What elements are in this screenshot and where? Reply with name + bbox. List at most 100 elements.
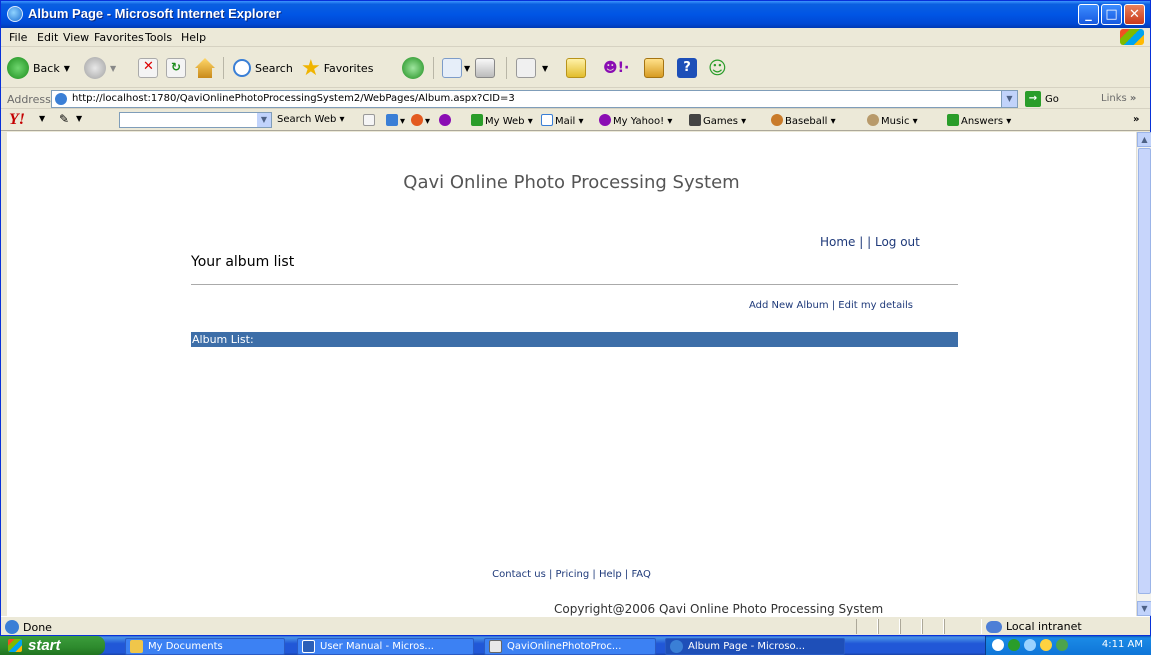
yahoo-answers-button[interactable]: Answers ▾	[947, 114, 1011, 127]
minimize-button[interactable]: _	[1078, 4, 1099, 25]
vertical-scrollbar[interactable]: ▲ ▼	[1136, 132, 1151, 616]
network-tray-icon[interactable]	[1024, 639, 1036, 651]
page-content: Qavi Online Photo Processing System Home…	[7, 132, 1136, 616]
pencil-dropdown-icon[interactable]: ▼	[76, 114, 82, 123]
favorites-button[interactable]: ★ Favorites	[301, 56, 373, 81]
mail-button[interactable]: ▼	[442, 56, 470, 80]
yahoo-logo[interactable]: Y!	[9, 111, 25, 129]
baseball-icon	[771, 114, 783, 126]
scroll-up-icon[interactable]: ▲	[1137, 132, 1151, 147]
yahoo-more-button[interactable]: »	[1133, 114, 1139, 125]
windows-flag-icon	[8, 639, 22, 652]
task-label: QaviOnlinePhotoProc...	[507, 641, 622, 652]
stop-button[interactable]: ✕	[138, 56, 158, 80]
address-dropdown-icon[interactable]: ▼	[1001, 91, 1017, 107]
yahoo-messenger-icon: ☻!·	[603, 60, 630, 76]
links-button[interactable]: Links »	[1101, 93, 1136, 104]
yahoo-messenger-button[interactable]: ☻!·	[603, 56, 629, 80]
highlight-icon	[363, 114, 375, 126]
yahoo-search-input[interactable]: ▼	[119, 112, 272, 128]
system-tray: 4:11 AM	[985, 636, 1151, 655]
search-button[interactable]: Search	[233, 56, 293, 80]
menu-file[interactable]: File	[9, 31, 27, 44]
task-album-page[interactable]: Album Page - Microso...	[665, 638, 845, 655]
task-user-manual[interactable]: User Manual - Micros...	[297, 638, 474, 655]
highlight-button[interactable]	[363, 114, 377, 127]
messenger-tray-icon[interactable]	[1008, 639, 1020, 651]
search-web-button[interactable]: Search Web ▾	[277, 114, 345, 125]
address-bar: Address http://localhost:1780/QaviOnline…	[1, 89, 1150, 109]
window-title: Album Page - Microsoft Internet Explorer	[28, 6, 281, 21]
menu-view[interactable]: View	[63, 31, 89, 44]
links-more-icon: »	[1129, 93, 1137, 104]
discuss-button[interactable]	[566, 56, 586, 80]
speaker-tray-icon[interactable]	[1056, 639, 1068, 651]
tray-expand-icon[interactable]	[992, 639, 1004, 651]
nav-links[interactable]: Home | | Log out	[820, 235, 920, 249]
yahoo-logo-dropdown-icon[interactable]: ▼	[39, 114, 45, 123]
forward-button[interactable]: ▼	[84, 56, 116, 80]
standard-toolbar: Back ▼ ▼ ✕ ↻ Search ★ Favorites ▼ ▼ ☻!· …	[1, 48, 1150, 88]
status-cell	[944, 619, 982, 634]
status-cell	[900, 619, 922, 634]
pencil-icon[interactable]: ✎	[59, 112, 69, 126]
popup-blocker-button[interactable]	[439, 114, 453, 127]
menu-tools[interactable]: Tools	[145, 31, 172, 44]
clock[interactable]: 4:11 AM	[1102, 639, 1143, 650]
toolbar-separator	[433, 57, 434, 79]
answers-icon	[947, 114, 959, 126]
menu-edit[interactable]: Edit	[37, 31, 58, 44]
scroll-thumb[interactable]	[1138, 148, 1151, 594]
close-button[interactable]: ✕	[1124, 4, 1145, 25]
print-button[interactable]	[475, 56, 495, 80]
edit-button[interactable]: ▼	[516, 56, 548, 80]
status-text: Done	[5, 620, 52, 634]
page-icon	[55, 93, 67, 105]
yahoo-my-yahoo-button[interactable]: My Yahoo! ▾	[599, 114, 672, 127]
go-label: Go	[1045, 93, 1059, 105]
go-button[interactable]: → Go	[1025, 91, 1059, 107]
messenger-button[interactable]: ☺	[708, 56, 727, 80]
security-zone: Local intranet	[986, 620, 1082, 633]
history-button[interactable]	[402, 56, 428, 80]
help-button[interactable]: ?	[677, 56, 697, 80]
start-button[interactable]: start	[0, 636, 105, 655]
messenger-people-icon: ☺	[708, 57, 727, 79]
links-label: Links	[1101, 93, 1127, 104]
my-web-icon	[471, 114, 483, 126]
question-icon: ?	[677, 58, 697, 78]
menu-favorites[interactable]: Favorites	[94, 31, 144, 44]
task-my-documents[interactable]: My Documents	[125, 638, 285, 655]
toolbar-separator	[506, 57, 507, 79]
browser-window: Album Page - Microsoft Internet Explorer…	[0, 0, 1151, 636]
yahoo-mail-button[interactable]: Mail ▾	[541, 114, 584, 127]
search-label: Search	[255, 61, 293, 75]
yahoo-baseball-button[interactable]: Baseball ▾	[771, 114, 836, 127]
address-url: http://localhost:1780/QaviOnlinePhotoPro…	[72, 93, 515, 104]
forward-arrow-icon	[84, 57, 106, 79]
yahoo-search-dropdown-icon[interactable]: ▼	[257, 113, 271, 127]
antispy-button[interactable]: ▾	[411, 114, 430, 127]
task-qavi-project[interactable]: QaviOnlinePhotoProc...	[484, 638, 656, 655]
home-button[interactable]	[195, 56, 215, 80]
address-input[interactable]: http://localhost:1780/QaviOnlinePhotoPro…	[51, 90, 1018, 108]
yahoo-my-web-button[interactable]: My Web ▾	[471, 114, 533, 127]
yahoo-games-button[interactable]: Games ▾	[689, 114, 746, 127]
yahoo-music-button[interactable]: Music ▾	[867, 114, 918, 127]
zone-label: Local intranet	[1006, 620, 1082, 633]
task-label: Album Page - Microso...	[688, 641, 806, 652]
task-label: User Manual - Micros...	[320, 641, 434, 652]
form-button[interactable]: ▾	[386, 114, 405, 127]
scroll-down-icon[interactable]: ▼	[1137, 601, 1151, 616]
title-bar[interactable]: Album Page - Microsoft Internet Explorer…	[1, 1, 1150, 28]
yahoo-tray-icon[interactable]	[1040, 639, 1052, 651]
album-action-links[interactable]: Add New Album | Edit my details	[749, 300, 913, 311]
yahoo-toolbar: Y! ▼ ✎ ▼ ▼ Search Web ▾ ▾ ▾ My Web ▾ Mai…	[1, 110, 1150, 131]
maximize-button[interactable]: □	[1101, 4, 1122, 25]
research-button[interactable]	[644, 56, 664, 80]
back-button[interactable]: Back ▼	[7, 56, 70, 80]
menu-help[interactable]: Help	[181, 31, 206, 44]
music-label: Music	[881, 116, 910, 127]
refresh-button[interactable]: ↻	[166, 56, 186, 80]
footer-links[interactable]: Contact us | Pricing | Help | FAQ	[7, 569, 1136, 580]
